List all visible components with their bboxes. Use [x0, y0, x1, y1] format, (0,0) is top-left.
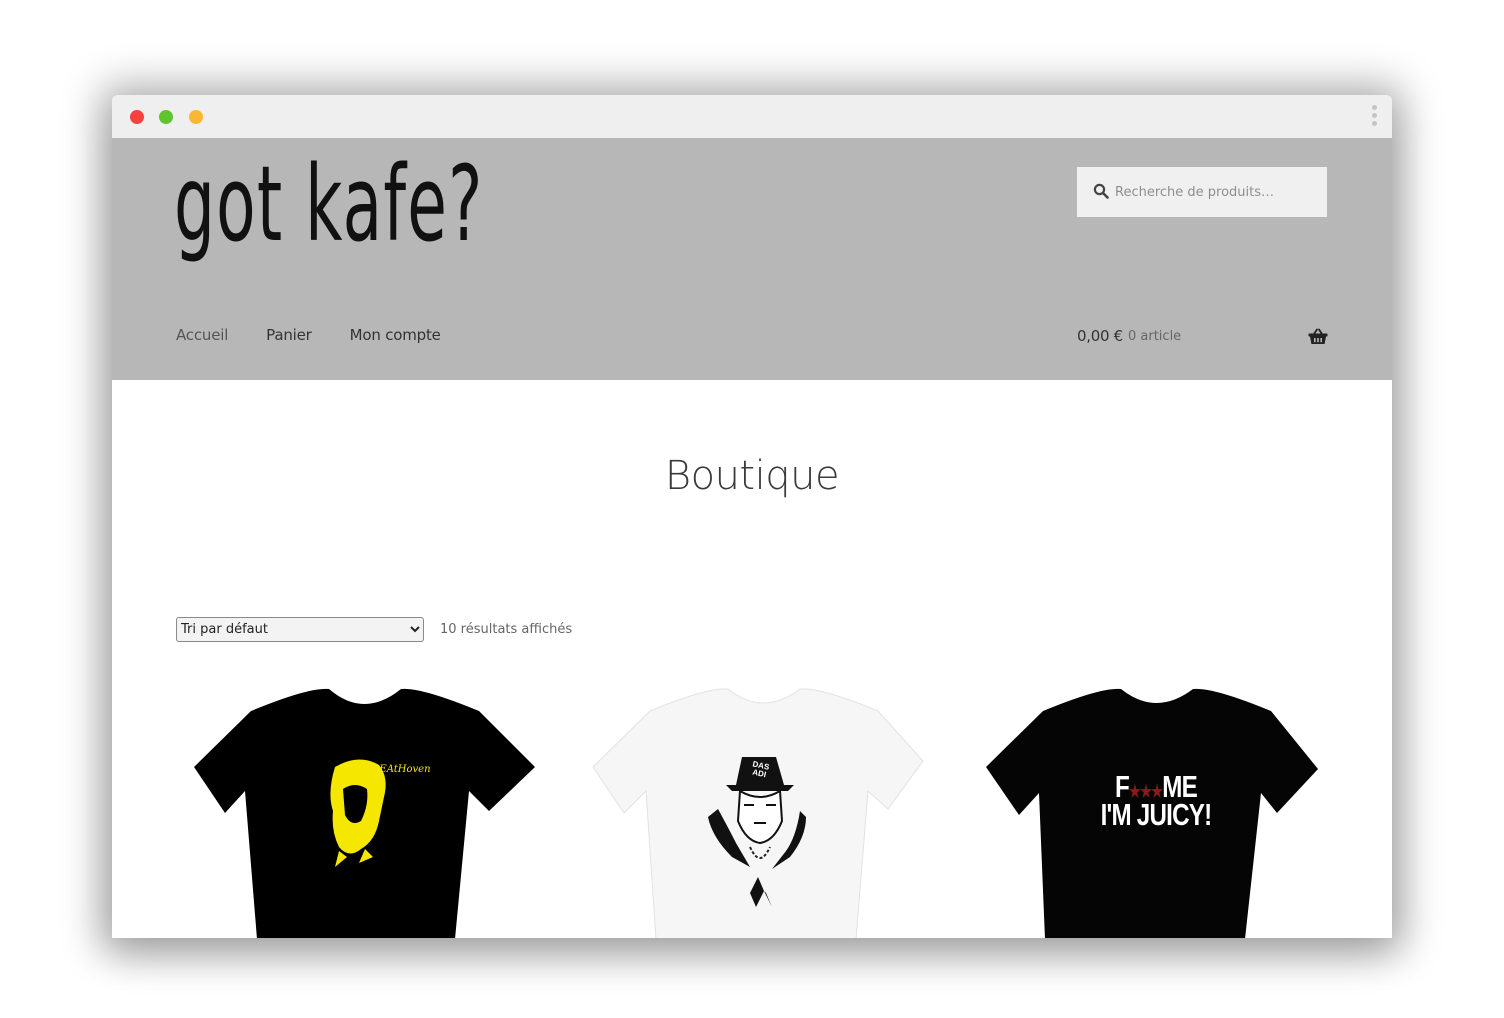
- search-input[interactable]: [1115, 167, 1315, 217]
- cart-total[interactable]: 0,00 €: [1077, 327, 1123, 345]
- result-count: 10 résultats affichés: [440, 622, 573, 637]
- browser-window: got kafe? Accueil Panier Mon compte 0,00…: [112, 95, 1392, 938]
- window-titlebar: [112, 95, 1392, 138]
- page-title: Boutique: [664, 453, 840, 499]
- site-logo[interactable]: got kafe?: [174, 143, 484, 265]
- nav-item-mon-compte[interactable]: Mon compte: [350, 326, 441, 344]
- site-header: got kafe? Accueil Panier Mon compte 0,00…: [112, 138, 1392, 380]
- product-card[interactable]: bEAtHoven: [189, 681, 539, 938]
- minimize-window-dot[interactable]: [159, 110, 173, 124]
- primary-navigation: Accueil Panier Mon compte: [176, 326, 479, 344]
- cart-count[interactable]: 0 article: [1128, 329, 1181, 344]
- product-image-tshirt[interactable]: [590, 681, 940, 938]
- close-window-dot[interactable]: [130, 110, 144, 124]
- nav-item-accueil[interactable]: Accueil: [176, 326, 228, 344]
- search-icon: [1093, 183, 1109, 199]
- product-card[interactable]: DAS ADI: [590, 681, 940, 938]
- product-card[interactable]: F★★★ME I'M JUICY!: [981, 681, 1331, 938]
- product-search: [1077, 167, 1327, 217]
- basket-icon[interactable]: [1308, 328, 1328, 345]
- product-image-tshirt[interactable]: [189, 681, 539, 938]
- kebab-menu-icon[interactable]: [1370, 105, 1378, 129]
- sort-select[interactable]: Tri par défaut: [176, 617, 424, 642]
- print-text: bEAtHoven: [373, 764, 431, 775]
- maximize-window-dot[interactable]: [189, 110, 203, 124]
- nav-item-panier[interactable]: Panier: [266, 326, 312, 344]
- print-text-line2: I'M JUICY!: [1100, 797, 1213, 832]
